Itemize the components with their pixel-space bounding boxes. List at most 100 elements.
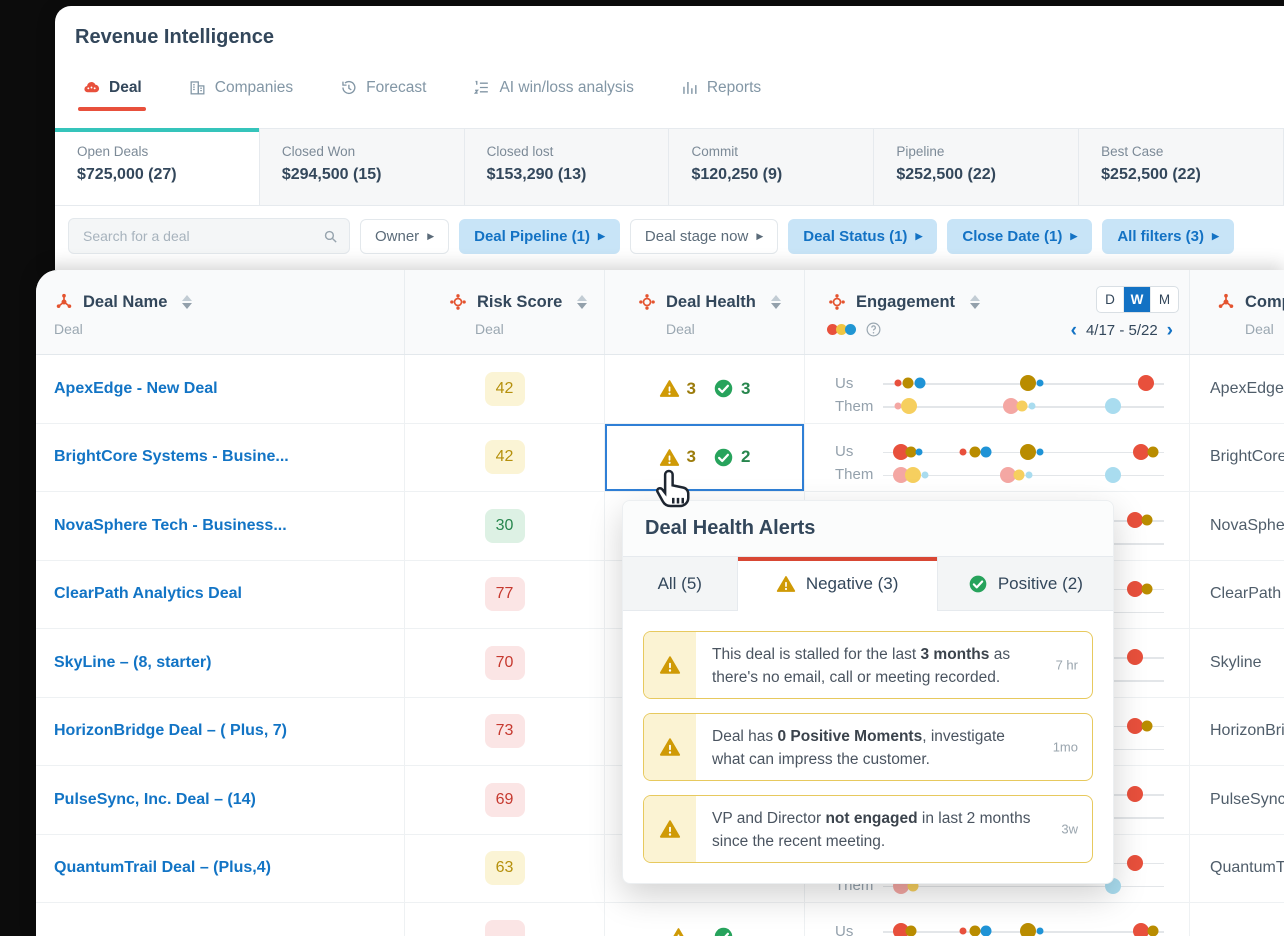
warning-icon xyxy=(776,576,795,592)
summary-card-commit[interactable]: Commit $120,250 (9) xyxy=(669,129,875,205)
column-header-engagement[interactable]: Engagement DWM ‹ 4/17 - 5/22 › xyxy=(805,270,1190,354)
period-option-d[interactable]: D xyxy=(1097,287,1124,312)
date-range-label: 4/17 - 5/22 xyxy=(1085,322,1158,339)
deal-name-link[interactable]: QuantumTrail Deal – (Plus,4) xyxy=(54,859,271,877)
negative-count: 3 xyxy=(686,378,696,398)
freddy-ai-icon xyxy=(639,294,655,310)
deal-name-link[interactable]: SkyLine – (8, starter) xyxy=(54,654,211,672)
alert-text: This deal is stalled for the last 3 mont… xyxy=(712,646,1011,687)
company-cell: HorizonBridge xyxy=(1190,698,1284,766)
legend-dots xyxy=(827,324,856,335)
tab-companies[interactable]: Companies xyxy=(188,78,293,111)
hubspot-sprocket-icon xyxy=(1218,293,1234,308)
tab-deal[interactable]: Deal xyxy=(78,78,146,111)
filter-chip-deal-status-1-[interactable]: Deal Status (1) ▶ xyxy=(788,218,938,254)
deal-name-cell: HorizonBridge Deal – ( Plus, 7) xyxy=(36,697,405,765)
column-header-deal-name[interactable]: Deal Name Deal xyxy=(36,270,405,354)
engagement-cell[interactable]: UsThem xyxy=(805,423,1190,491)
deal-name-link[interactable]: BrightCore Systems - Busine... xyxy=(54,448,289,466)
engagement-cell[interactable]: UsThem xyxy=(805,903,1190,936)
column-header-deal-health[interactable]: Deal Health Deal xyxy=(605,270,805,354)
prev-date-range-icon[interactable]: ‹ xyxy=(1071,321,1077,340)
deal-name-link[interactable]: ClearPath Analytics Deal xyxy=(54,585,242,603)
engagement-dot xyxy=(1028,402,1036,410)
table-row: UsThem xyxy=(36,903,1284,936)
us-timeline xyxy=(883,372,1164,395)
engagement-dot xyxy=(1016,400,1028,412)
alert-card[interactable]: VP and Director not engaged in last 2 mo… xyxy=(643,795,1093,863)
deal-health-cell[interactable] xyxy=(605,903,805,936)
company-name: NovaSphere xyxy=(1210,516,1284,534)
risk-score-cell: 73 xyxy=(405,697,605,765)
warning-icon xyxy=(659,738,681,756)
column-title: Deal Name xyxy=(83,292,168,311)
engagement-dot xyxy=(1141,720,1153,732)
filter-chip-close-date-1-[interactable]: Close Date (1) ▶ xyxy=(947,218,1093,254)
sort-control[interactable] xyxy=(970,295,981,309)
deal-name-link[interactable]: NovaSphere Tech - Business... xyxy=(54,517,287,535)
engagement-cell[interactable]: UsThem xyxy=(805,355,1190,423)
deal-name-link[interactable]: HorizonBridge Deal – ( Plus, 7) xyxy=(54,722,287,740)
deal-health-cell[interactable]: 33 xyxy=(605,355,805,423)
help-icon[interactable] xyxy=(865,321,882,338)
filter-chip-owner[interactable]: Owner ▶ xyxy=(360,218,450,254)
alert-timestamp: 3w xyxy=(1061,821,1078,837)
period-option-m[interactable]: M xyxy=(1151,287,1178,312)
popup-tab-all-5-[interactable]: All (5) xyxy=(623,557,738,611)
column-header-risk-score[interactable]: Risk Score Deal xyxy=(405,270,605,354)
tab-ai-win-loss-analysis[interactable]: AI win/loss analysis xyxy=(472,78,634,111)
card-label: Commit xyxy=(691,144,738,159)
engagement-dot xyxy=(980,925,992,936)
period-option-w[interactable]: W xyxy=(1124,287,1151,312)
engagement-dot xyxy=(1036,927,1044,935)
sort-control[interactable] xyxy=(577,295,588,309)
card-value: $252,500 (22) xyxy=(1101,166,1201,183)
engagement-dot xyxy=(1020,443,1036,460)
filter-chip-deal-pipeline-1-[interactable]: Deal Pipeline (1) ▶ xyxy=(459,218,620,254)
sort-control[interactable] xyxy=(182,295,193,309)
engagement-dot xyxy=(1141,583,1153,595)
column-header-company[interactable]: Company Deal xyxy=(1190,270,1284,354)
filter-chip-all-filters-3-[interactable]: All filters (3) ▶ xyxy=(1102,218,1234,254)
risk-score-badge: 63 xyxy=(484,851,525,886)
filter-chips: Owner ▶ Deal Pipeline (1) ▶ Deal stage now ▶ D… xyxy=(360,218,1234,254)
alert-warning-strip xyxy=(644,632,696,698)
tab-forecast[interactable]: Forecast xyxy=(339,78,426,111)
popup-tab-positive-2-[interactable]: Positive (2) xyxy=(937,557,1113,611)
deal-name-link[interactable]: ApexEdge - New Deal xyxy=(54,380,218,398)
summary-card-closed-won[interactable]: Closed Won $294,500 (15) xyxy=(259,129,465,205)
search-input[interactable] xyxy=(83,228,322,244)
summary-card-closed-lost[interactable]: Closed lost $153,290 (13) xyxy=(464,129,670,205)
summary-card-pipeline[interactable]: Pipeline $252,500 (22) xyxy=(874,129,1080,205)
us-timeline xyxy=(883,440,1164,463)
check-icon xyxy=(714,928,733,936)
risk-score-cell: 70 xyxy=(405,629,605,697)
forecast-icon xyxy=(342,80,356,95)
ai-winloss-icon xyxy=(474,80,489,94)
alert-timestamp: 7 hr xyxy=(1055,657,1078,673)
card-value: $252,500 (22) xyxy=(896,166,996,183)
summary-card-best-case[interactable]: Best Case $252,500 (22) xyxy=(1079,129,1284,205)
deal-health-cell[interactable]: 32 xyxy=(605,423,805,491)
alert-card[interactable]: This deal is stalled for the last 3 mont… xyxy=(643,631,1093,699)
sort-control[interactable] xyxy=(770,295,781,309)
card-label: Pipeline xyxy=(896,144,945,159)
hubspot-sprocket-icon xyxy=(56,293,72,308)
deal-search[interactable] xyxy=(68,218,350,254)
tab-label: Companies xyxy=(214,78,294,96)
deal-name-cell: NovaSphere Tech - Business... xyxy=(36,492,405,560)
engagement-dot xyxy=(894,379,902,387)
popup-tab-negative-3-[interactable]: Negative (3) xyxy=(737,557,938,611)
table-header: Deal Name Deal Risk Score Deal Deal Heal… xyxy=(36,270,1284,355)
alert-card[interactable]: Deal has 0 Positive Moments, investigate… xyxy=(643,713,1093,781)
tab-reports[interactable]: Reports xyxy=(680,78,761,111)
company-name: Skyline xyxy=(1210,653,1262,671)
next-date-range-icon[interactable]: › xyxy=(1167,321,1173,340)
risk-score-badge: 42 xyxy=(484,440,525,475)
deal-name-link[interactable]: PulseSync, Inc. Deal – (14) xyxy=(54,791,256,809)
engagement-dot xyxy=(1013,469,1025,481)
us-label: Us xyxy=(835,922,854,936)
engagement-dot xyxy=(959,448,967,456)
summary-card-open-deals[interactable]: Open Deals $725,000 (27) xyxy=(55,128,260,205)
filter-chip-deal-stage-now[interactable]: Deal stage now ▶ xyxy=(629,218,779,254)
